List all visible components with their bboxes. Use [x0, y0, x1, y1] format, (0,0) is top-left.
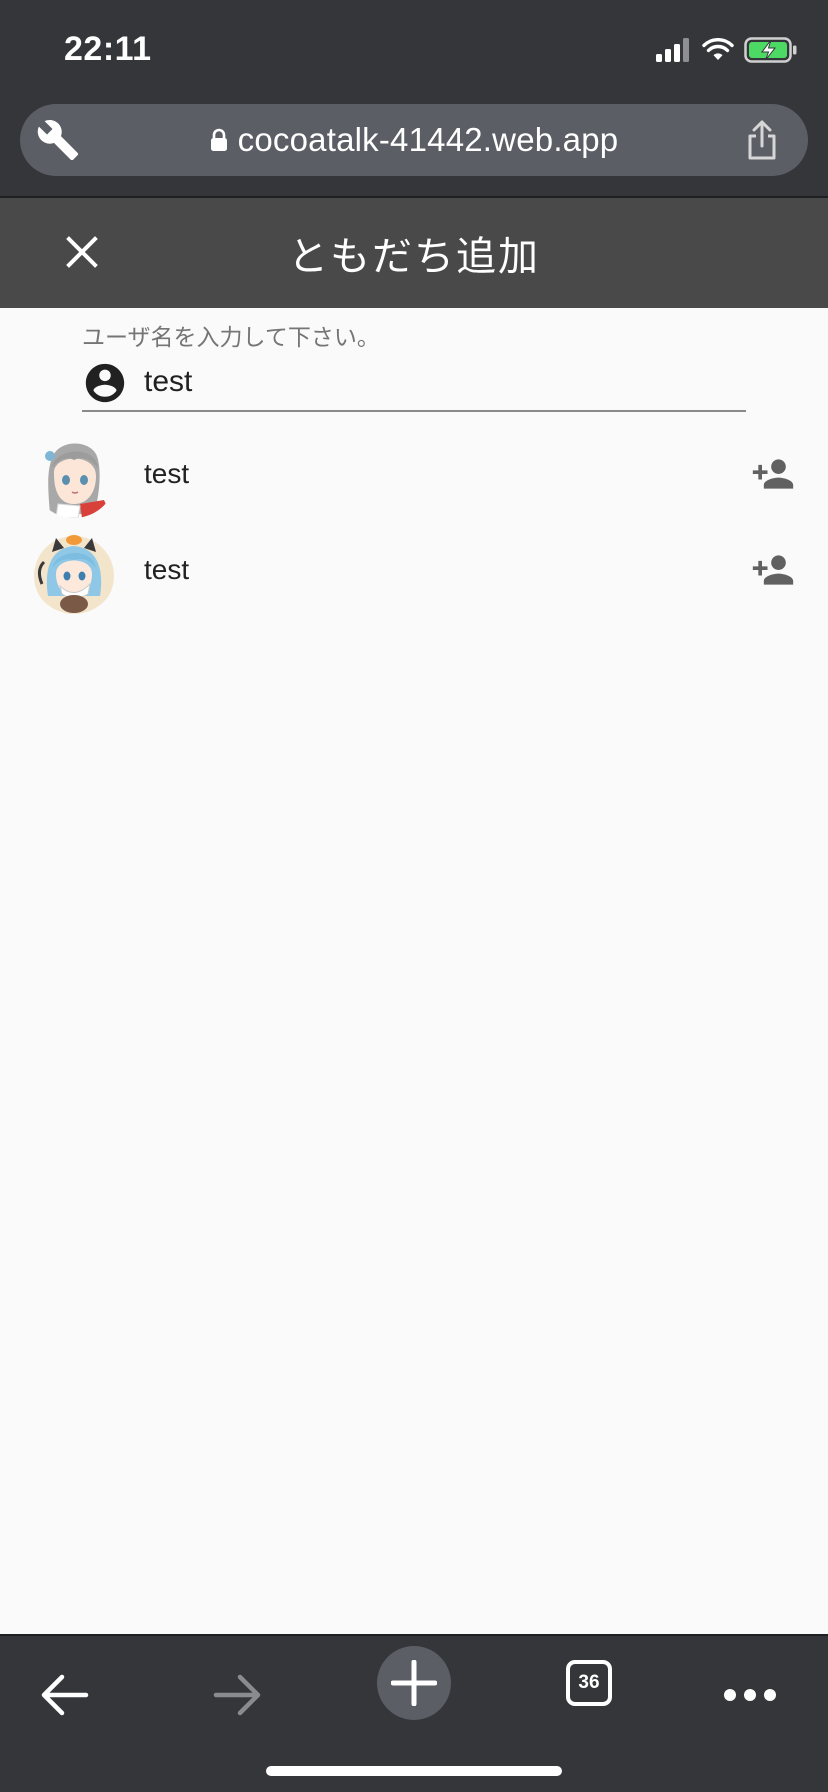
list-item[interactable]: test — [0, 428, 828, 524]
avatar — [32, 434, 116, 518]
forward-button[interactable] — [198, 1658, 278, 1732]
back-button[interactable] — [24, 1658, 104, 1732]
status-time: 22:11 — [64, 30, 152, 68]
new-tab-button[interactable] — [377, 1646, 451, 1720]
person-add-icon[interactable] — [748, 452, 798, 496]
browser-top-bar: 22:11 cocoatalk-41442.web.app — [0, 0, 828, 196]
page-title: ともだち追加 — [288, 234, 540, 280]
search-input[interactable] — [144, 356, 734, 408]
browser-bottom-toolbar: 36 — [0, 1634, 828, 1792]
lock-icon — [210, 128, 227, 151]
result-name: test — [144, 554, 190, 585]
person-add-icon[interactable] — [748, 548, 798, 592]
url-text: cocoatalk-41442.web.app — [237, 121, 619, 158]
new-tab-plus-icon[interactable] — [391, 1660, 437, 1706]
search-field-underline — [82, 410, 746, 412]
status-icons — [656, 34, 798, 66]
search-field-label: ユーザ名を入力して下さい。 — [82, 325, 380, 351]
forward-arrow-icon[interactable] — [212, 1673, 264, 1717]
more-dots-icon[interactable] — [723, 1688, 777, 1702]
app-header: ともだち追加 — [0, 198, 828, 308]
result-list: test test — [0, 428, 828, 620]
back-arrow-icon[interactable] — [38, 1673, 90, 1717]
more-button[interactable] — [710, 1658, 790, 1732]
signal-icon — [656, 38, 689, 62]
url-bar[interactable]: cocoatalk-41442.web.app — [20, 104, 808, 176]
wifi-icon — [702, 38, 734, 60]
avatar — [32, 530, 116, 614]
result-name: test — [144, 458, 190, 489]
battery-charging-icon — [744, 37, 797, 63]
tab-switcher-icon[interactable]: 36 — [566, 1660, 612, 1706]
search-field[interactable] — [82, 356, 746, 412]
list-item[interactable]: test — [0, 524, 828, 620]
wrench-icon[interactable] — [36, 118, 80, 162]
share-icon[interactable] — [742, 118, 782, 162]
home-indicator — [266, 1766, 562, 1776]
account-circle-icon — [85, 363, 125, 403]
